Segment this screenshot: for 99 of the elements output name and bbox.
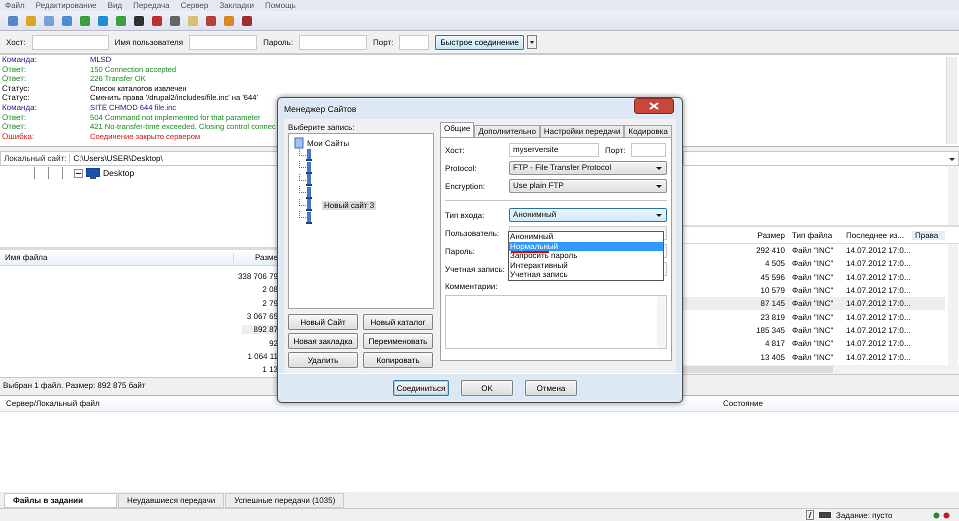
size-cell-text: 10 579 [760,286,786,296]
settings-tab[interactable]: Кодировка [624,125,672,137]
field-label: Пароль: [263,38,294,46]
dialog-button[interactable]: Копировать [363,352,433,368]
size-cell-text: 23 819 [760,312,786,322]
log-label: Ошибка: [2,132,36,142]
menu-item[interactable]: Закладки [219,1,254,10]
dialog-button[interactable]: Удалить [288,352,358,368]
path-field[interactable]: C:\Users\USER\Desktop\ [70,154,277,163]
date-cell-text: 14.07.2012 17:0... [845,312,912,322]
field-label: Пользователь: [445,228,500,238]
dialog-button[interactable]: Новая закладка [288,333,358,349]
date-cell-text: 14.07.2012 17:0... [845,339,912,348]
host-field[interactable]: myserversite [509,143,599,157]
tree-item[interactable]: Новый сайт 3 [322,200,376,210]
type-cell-text: Файл "INC" [791,299,834,308]
type-cell-text: Файл "INC" [791,286,834,296]
dialog-button[interactable]: Отмена [525,380,577,396]
column-header[interactable]: Размер [683,230,789,240]
encryption-select[interactable]: Use plain FTP [509,179,667,193]
column-header[interactable]: Тип файла [789,230,843,240]
date-cell-text: 14.07.2012 17:0... [845,259,912,268]
size-cell-text: 45 596 [760,272,786,282]
size-cell-text: 13 405 [760,352,786,362]
dropdown-option[interactable]: Интерактивный [509,260,663,270]
settings-tab[interactable]: Общие [440,122,474,137]
menu-item[interactable]: Сервер [180,1,208,10]
type-cell-text: Файл "INC" [791,259,834,268]
column-header[interactable]: Имя файла [0,253,234,262]
field-label: Комментарии: [445,282,499,291]
date-cell-text: 14.07.2012 17:0... [845,299,912,308]
size-cell-text: 185 345 [755,326,786,335]
size-cell-text: 4 817 [764,339,786,348]
column-header[interactable]: Разме [234,253,278,262]
tree-item[interactable]: Мои Сайты [307,138,350,148]
size-cell-text: 87 145 [760,299,786,308]
status-text: Выбран 1 файл. Размер: 892 875 байт [3,380,146,390]
dropdown-option[interactable]: Запросить пароль [509,251,663,261]
field-label: Хост: [445,146,466,154]
menu-item[interactable]: Передача [133,1,170,10]
log-label: Ответ: [2,112,28,122]
queue-tab[interactable]: Файлы в задании [4,492,117,508]
log-label: Статус: [2,84,31,94]
log-label: Команда: [2,102,38,113]
size-cell-text: 292 410 [755,246,786,256]
size-cell-text: 4 505 [764,259,786,268]
type-cell-text: Файл "INC" [791,352,834,362]
column-header[interactable]: Состояние [723,399,763,408]
queue-status: Задание: пусто [836,510,894,520]
type-cell-text: Файл "INC" [791,326,834,335]
queue-tab[interactable]: Успешные передачи (1035) [225,492,344,508]
protocol-select[interactable]: FTP - File Transfer Protocol [509,161,667,175]
field-label: Пароль: [445,246,476,256]
quickconnect-button[interactable]: Быстрое соединение [435,34,524,50]
field-label: Protocol: [445,164,478,172]
settings-tab[interactable]: Дополнительно [474,125,540,137]
log-label: Статус: [2,93,31,103]
dialog-button[interactable]: OK [461,380,513,396]
field-label: Порт: [373,38,394,46]
type-cell-text: Файл "INC" [791,246,834,256]
menu-item[interactable]: Файл [5,1,25,10]
dialog-button[interactable]: Переименовать [363,333,433,349]
size-cell: 892 87 [242,325,278,334]
menu-item[interactable]: Редактирование [36,1,97,10]
field-label: Тип входа: [445,210,486,220]
dialog-title: Менеджер Сайтов [284,104,356,114]
logon-type-select[interactable]: Анонимный [509,208,667,222]
field-label: Порт: [605,146,626,154]
tree-item[interactable]: Desktop [103,168,134,178]
date-cell-text: 14.07.2012 17:0... [845,246,912,256]
field-label: Имя пользователя [114,38,184,46]
dropdown-option[interactable]: Учетная запись [509,270,663,280]
type-cell-text: Файл "INC" [791,312,834,322]
column-header[interactable]: Последнее из... [843,230,912,240]
local-site-label: Локальный сайт: [1,154,70,163]
column-header[interactable]: Права [912,230,945,240]
field-label: Учетная запись: [445,264,506,274]
type-cell-text: Файл "INC" [791,339,834,348]
dialog-button[interactable]: Соединиться [393,380,449,396]
field-label: Encryption: [445,182,486,190]
queue-tab[interactable]: Неудавшиеся передачи [118,492,224,508]
dialog-button[interactable]: Новый Сайт [288,314,358,330]
date-cell-text: 14.07.2012 17:0... [845,352,912,362]
size-cell-text: 1 064 11 [246,352,278,361]
log-label: Ответ: [2,74,28,84]
menu-item[interactable]: Вид [108,1,122,10]
log-label: Ответ: [2,64,28,74]
settings-tab[interactable]: Настройки передачи [540,125,624,137]
log-label: Ответ: [2,122,28,132]
dialog-button[interactable]: Новый каталог [363,314,433,330]
log-label: Команда: [2,55,38,65]
date-cell-text: 14.07.2012 17:0... [845,326,912,335]
field-label: Хост: [6,38,26,46]
type-cell-text: Файл "INC" [791,272,834,282]
date-cell-text: 14.07.2012 17:0... [845,272,912,282]
menu-item[interactable]: Помощь [264,1,296,10]
column-header[interactable]: Сервер/Локальный файл [0,399,723,408]
tree-label: Выберите запись: [288,123,356,133]
date-cell-text: 14.07.2012 17:0... [845,286,912,296]
